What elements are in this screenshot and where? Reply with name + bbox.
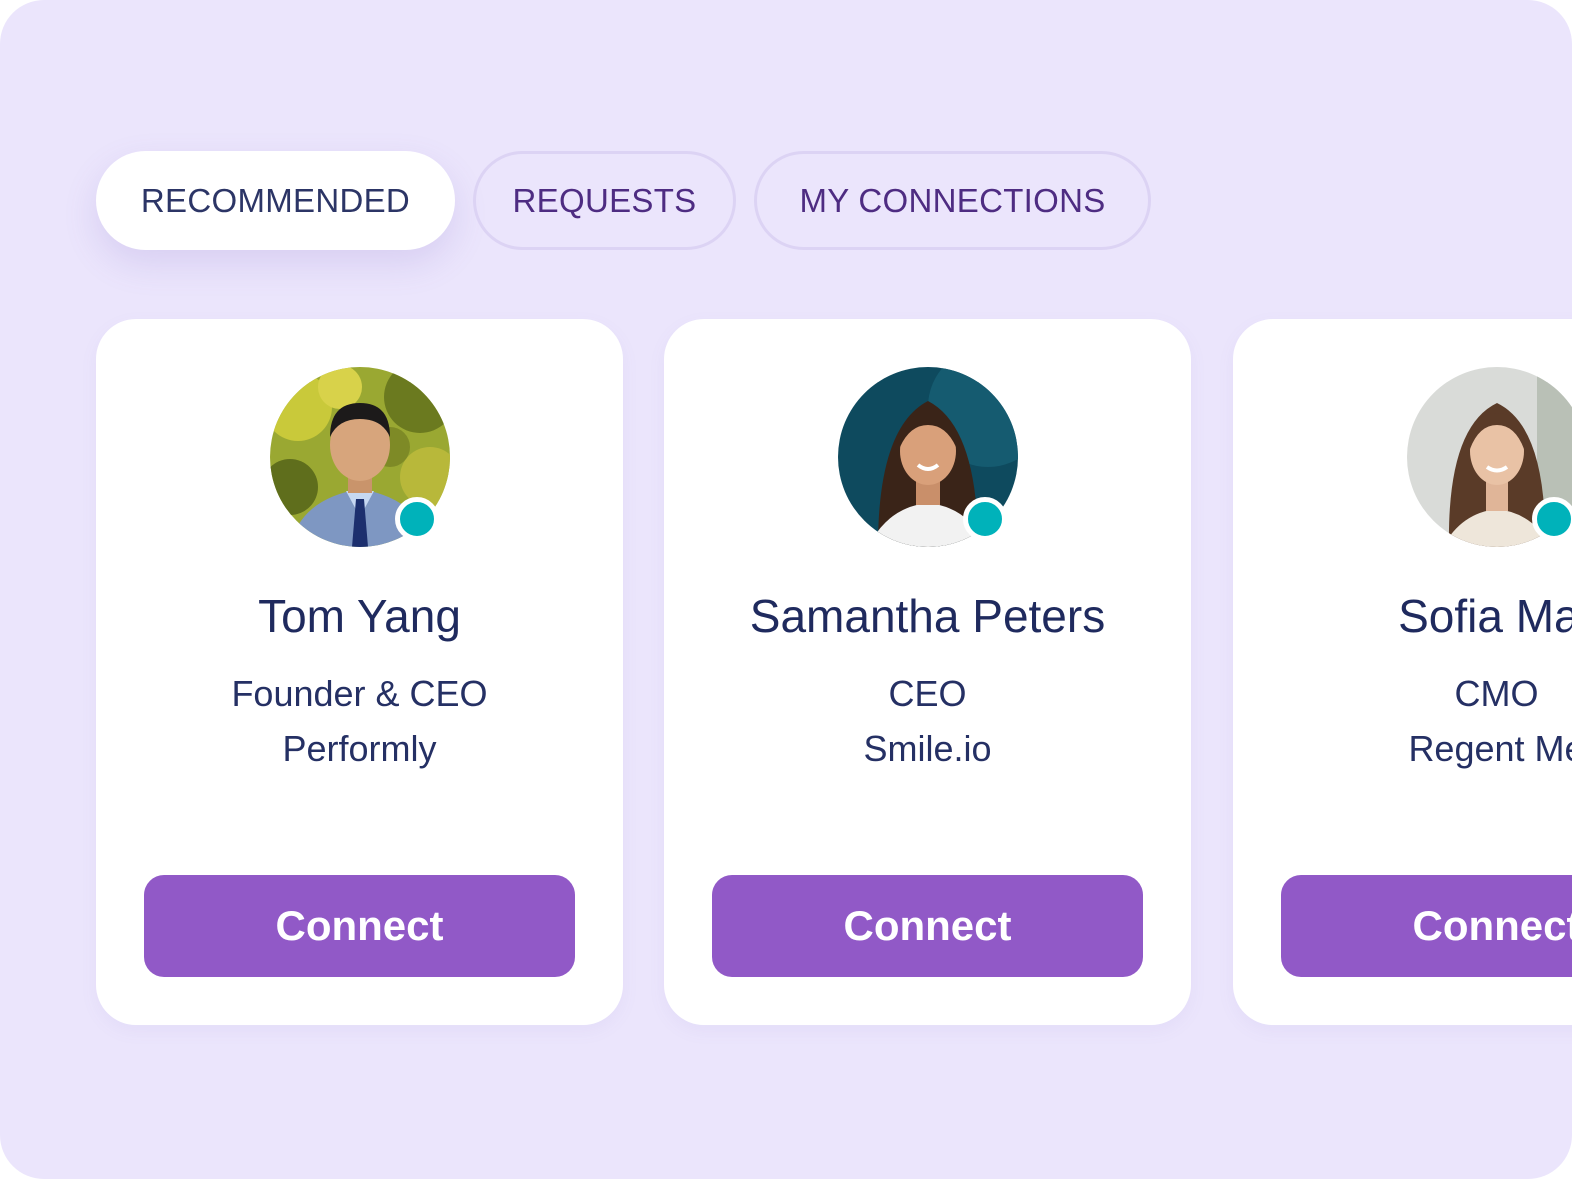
profile-card-samantha-peters: Samantha Peters CEO Smile.io Connect [664, 319, 1191, 1025]
tab-recommended-label: RECOMMENDED [140, 181, 411, 219]
profile-card-sofia: Sofia Mar CMO Regent Me Connect [1233, 319, 1572, 1025]
avatar-container [1407, 367, 1572, 547]
online-status-dot-icon [1532, 497, 1572, 541]
connections-panel: RECOMMENDED REQUESTS MY CONNECTIONS Tom … [0, 0, 1572, 1179]
profile-name: Samantha Peters [749, 590, 1106, 642]
connect-button[interactable]: Connect [144, 875, 575, 977]
avatar-container [838, 367, 1018, 547]
avatar-container [270, 367, 450, 547]
profile-company: Performly [282, 728, 437, 769]
online-status-dot-icon [395, 497, 439, 541]
tab-requests-label: REQUESTS [512, 181, 697, 219]
online-status-dot-icon [963, 497, 1007, 541]
profile-name: Sofia Mar [1398, 590, 1572, 642]
tab-requests[interactable]: REQUESTS [473, 151, 736, 250]
profile-role: Founder & CEO [231, 673, 488, 714]
profile-role: CEO [888, 673, 967, 714]
tab-my-connections-label: MY CONNECTIONS [799, 181, 1106, 219]
profile-company: Regent Me [1408, 728, 1572, 769]
profile-card-tom-yang: Tom Yang Founder & CEO Performly Connect [96, 319, 623, 1025]
profile-role: CMO [1454, 673, 1539, 714]
profile-name: Tom Yang [258, 590, 461, 642]
connect-button[interactable]: Connect [1281, 875, 1572, 977]
tab-my-connections[interactable]: MY CONNECTIONS [754, 151, 1151, 250]
connect-button[interactable]: Connect [712, 875, 1143, 977]
profile-company: Smile.io [863, 728, 992, 769]
tab-recommended[interactable]: RECOMMENDED [96, 151, 455, 250]
